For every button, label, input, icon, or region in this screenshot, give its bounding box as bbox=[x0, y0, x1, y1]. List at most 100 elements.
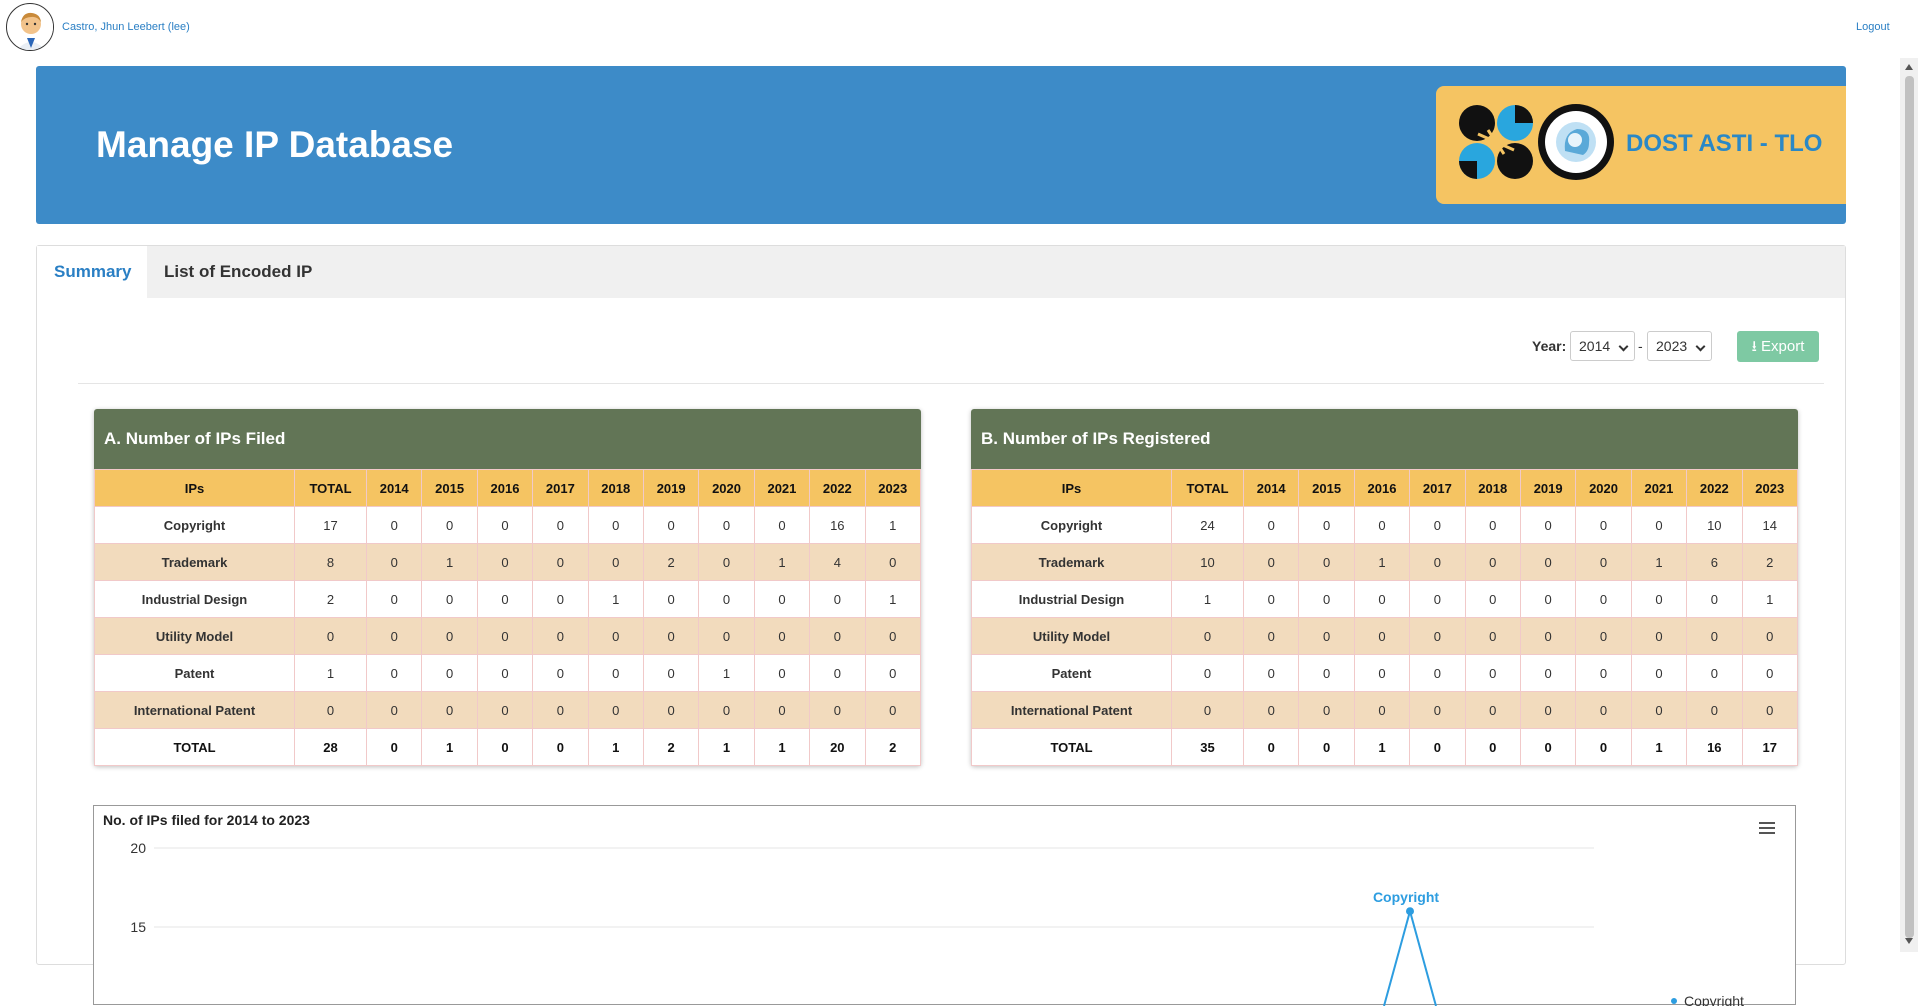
table-cell: 0 bbox=[365, 728, 423, 766]
table-cell: 0 bbox=[1630, 580, 1688, 618]
year-to-select[interactable]: 2023 bbox=[1647, 331, 1712, 361]
table-cell: 0 bbox=[753, 580, 811, 618]
table-cell: 0 bbox=[1353, 506, 1411, 544]
table-cell: 0 bbox=[294, 691, 367, 729]
table-cell: 0 bbox=[642, 506, 700, 544]
column-header-2022: 2022 bbox=[1686, 469, 1743, 507]
export-button[interactable]: ⭳ Export bbox=[1737, 331, 1819, 362]
series-line-segment bbox=[1383, 910, 1411, 1006]
column-header-2021: 2021 bbox=[753, 469, 811, 507]
table-cell: 0 bbox=[1298, 654, 1355, 692]
row-label: Patent bbox=[971, 654, 1172, 692]
logout-link[interactable]: Logout bbox=[1856, 21, 1890, 33]
table-cell: 0 bbox=[532, 691, 589, 729]
ips-filed-table: IPs TOTAL 2014 2015 2016 2017 2018 2019 2020 2021… bbox=[94, 469, 922, 766]
table-cell: 0 bbox=[1519, 654, 1577, 692]
user-name-link[interactable]: Castro, Jhun Leebert (lee) bbox=[62, 21, 190, 33]
user-avatar[interactable] bbox=[6, 3, 54, 51]
table-row: Trademark 10 0 0 1 0 0 0 0 1 6 2 bbox=[971, 543, 1799, 581]
table-cell: 0 bbox=[1353, 617, 1411, 655]
scrollbar-thumb[interactable] bbox=[1905, 76, 1914, 938]
table-cell: 0 bbox=[587, 617, 644, 655]
column-header-2018: 2018 bbox=[587, 469, 644, 507]
table-cell: 0 bbox=[864, 691, 922, 729]
table-cell: 0 bbox=[1298, 728, 1355, 766]
table-cell: 0 bbox=[421, 617, 478, 655]
table-cell: 0 bbox=[476, 654, 534, 692]
ips-registered-title: B. Number of IPs Registered bbox=[971, 409, 1798, 469]
table-cell: 1 bbox=[587, 728, 644, 766]
column-header-ips: IPs bbox=[971, 469, 1172, 507]
table-cell: 0 bbox=[1464, 543, 1521, 581]
tab-list-of-encoded-ip[interactable]: List of Encoded IP bbox=[147, 246, 329, 298]
table-cell: 1 bbox=[1741, 580, 1799, 618]
year-from-select[interactable]: 2014 bbox=[1570, 331, 1635, 361]
table-cell: 0 bbox=[421, 506, 478, 544]
table-cell: 0 bbox=[1741, 654, 1799, 692]
column-header-2023: 2023 bbox=[864, 469, 922, 507]
table-cell: 10 bbox=[1171, 543, 1244, 581]
org-logo-box: DOST ASTI - TLO bbox=[1436, 86, 1846, 204]
table-cell: 1 bbox=[1171, 580, 1244, 618]
column-header-2014: 2014 bbox=[1242, 469, 1300, 507]
table-row: Patent 0 0 0 0 0 0 0 0 0 0 0 bbox=[971, 654, 1799, 692]
table-cell: 0 bbox=[365, 580, 423, 618]
table-cell: 0 bbox=[753, 506, 811, 544]
row-label: International Patent bbox=[94, 691, 295, 729]
table-cell: 0 bbox=[698, 580, 755, 618]
table-cell: 0 bbox=[476, 691, 534, 729]
table-row: Utility Model 0 0 0 0 0 0 0 0 0 0 0 bbox=[971, 617, 1799, 655]
table-cell: 0 bbox=[1409, 691, 1466, 729]
chevron-down-icon bbox=[1695, 341, 1706, 352]
table-cell: 1 bbox=[698, 654, 755, 692]
table-cell: 0 bbox=[587, 543, 644, 581]
table-cell: 1 bbox=[1353, 728, 1411, 766]
table-cell: 0 bbox=[1575, 728, 1632, 766]
table-cell: 0 bbox=[532, 728, 589, 766]
table-cell: 1 bbox=[294, 654, 367, 692]
table-row: International Patent 0 0 0 0 0 0 0 0 0 0 0 bbox=[94, 691, 922, 729]
table-cell: 28 bbox=[294, 728, 367, 766]
ips-filed-card: A. Number of IPs Filed IPs TOTAL 2014 2015 2… bbox=[94, 409, 922, 766]
table-cell: 0 bbox=[1575, 580, 1632, 618]
table-cell: 0 bbox=[864, 543, 922, 581]
table-cell: 0 bbox=[421, 580, 478, 618]
table-cell: 1 bbox=[421, 728, 478, 766]
column-header-2022: 2022 bbox=[809, 469, 866, 507]
scroll-down-icon[interactable] bbox=[1905, 938, 1913, 944]
column-header-2017: 2017 bbox=[532, 469, 589, 507]
table-row: Industrial Design 1 0 0 0 0 0 0 0 0 0 1 bbox=[971, 580, 1799, 618]
page-scrollbar[interactable] bbox=[1900, 58, 1918, 952]
table-cell: 0 bbox=[1575, 691, 1632, 729]
table-cell: 0 bbox=[476, 728, 534, 766]
table-cell: 1 bbox=[864, 506, 922, 544]
ips-registered-table: IPs TOTAL 2014 2015 2016 2017 2018 2019 2020 2021… bbox=[971, 469, 1799, 766]
scroll-up-icon[interactable] bbox=[1905, 64, 1913, 70]
table-cell: 0 bbox=[642, 654, 700, 692]
table-cell: 0 bbox=[1464, 654, 1521, 692]
table-cell: 0 bbox=[698, 691, 755, 729]
table-cell: 0 bbox=[1298, 691, 1355, 729]
y-tick-label: 20 bbox=[130, 840, 146, 856]
tab-summary[interactable]: Summary bbox=[37, 246, 147, 298]
table-cell: 0 bbox=[1298, 506, 1355, 544]
table-cell: 0 bbox=[1519, 506, 1577, 544]
total-row: TOTAL 28 0 1 0 0 1 2 1 1 20 2 bbox=[94, 728, 922, 766]
page-title: Manage IP Database bbox=[96, 124, 454, 165]
table-cell: 0 bbox=[1464, 506, 1521, 544]
column-header-2020: 2020 bbox=[698, 469, 755, 507]
table-cell: 0 bbox=[753, 654, 811, 692]
column-header-2016: 2016 bbox=[476, 469, 534, 507]
table-cell: 2 bbox=[642, 543, 700, 581]
table-cell: 0 bbox=[476, 580, 534, 618]
table-cell: 0 bbox=[532, 543, 589, 581]
table-cell: 16 bbox=[809, 506, 866, 544]
table-cell: 0 bbox=[294, 617, 367, 655]
chart-menu-icon[interactable] bbox=[1759, 822, 1775, 835]
row-label: Industrial Design bbox=[94, 580, 295, 618]
year-to-value: 2023 bbox=[1656, 338, 1688, 354]
download-icon: ⭳ bbox=[1751, 338, 1757, 355]
table-cell: 0 bbox=[1353, 654, 1411, 692]
table-header-row: IPs TOTAL 2014 2015 2016 2017 2018 2019 2020 2021… bbox=[971, 469, 1799, 507]
column-header-total: TOTAL bbox=[1171, 469, 1244, 507]
